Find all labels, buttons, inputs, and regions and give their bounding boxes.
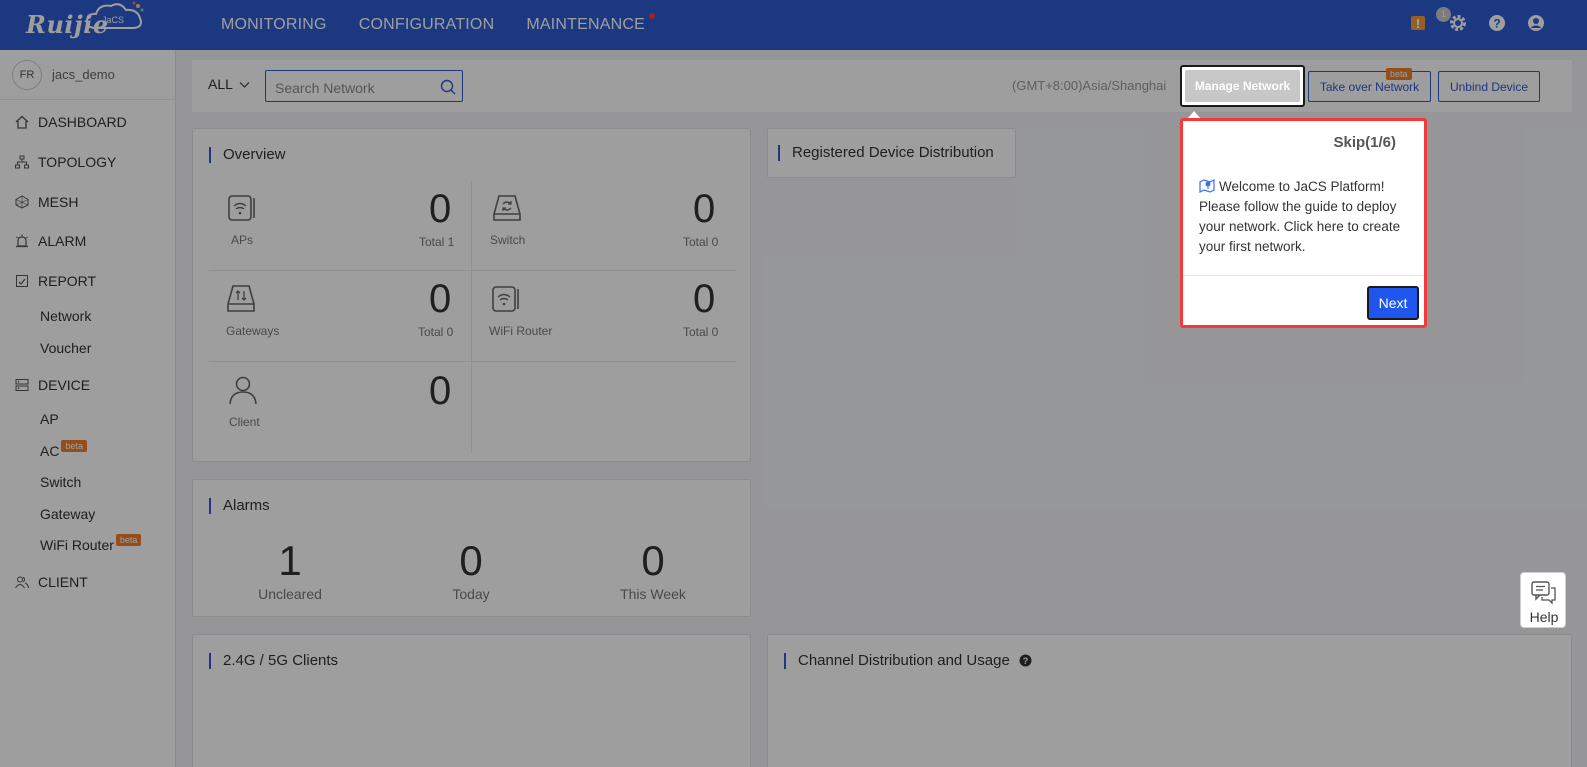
next-button[interactable]: Next bbox=[1367, 286, 1419, 320]
guide-overlay bbox=[0, 0, 1587, 767]
map-pin-icon bbox=[1199, 179, 1215, 193]
guide-message: Welcome to JaCS Platform! Please follow … bbox=[1199, 179, 1401, 254]
skip-button[interactable]: Skip(1/6) bbox=[1333, 134, 1396, 151]
chat-help-icon bbox=[1531, 581, 1556, 605]
popover-caret bbox=[1188, 111, 1200, 118]
manage-network-button[interactable]: Manage Network bbox=[1180, 65, 1305, 107]
guide-popover: Skip(1/6) Welcome to JaCS Platform! Plea… bbox=[1180, 118, 1427, 328]
popover-divider bbox=[1183, 275, 1424, 276]
help-widget[interactable]: Help bbox=[1520, 572, 1566, 628]
